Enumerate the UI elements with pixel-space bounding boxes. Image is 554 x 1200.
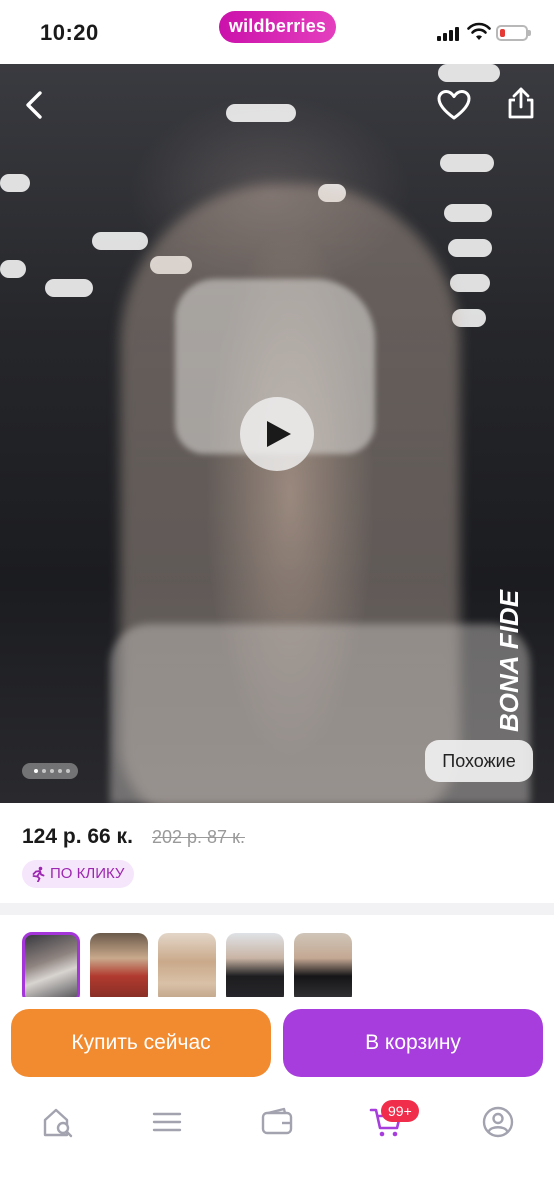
- similar-products-button[interactable]: Похожие: [425, 740, 533, 782]
- home-search-icon[interactable]: [41, 1105, 75, 1139]
- carousel-indicator: [22, 763, 78, 779]
- play-video-button[interactable]: [240, 397, 314, 471]
- cellular-signal-icon: [437, 27, 461, 41]
- heart-icon[interactable]: [437, 89, 471, 121]
- thumbnail-5[interactable]: [294, 933, 352, 1005]
- price-section: 124 р. 66 к. 202 р. 87 к. ПО КЛИКУ: [0, 803, 554, 903]
- cart-count-badge: 99+: [381, 1100, 419, 1122]
- current-price: 124 р. 66 к.: [22, 825, 133, 848]
- action-bar: Купить сейчас В корзину: [0, 997, 554, 1092]
- old-price: 202 р. 87 к.: [152, 827, 245, 847]
- promo-label: ПО КЛИКУ: [50, 865, 125, 882]
- brand-watermark: BONA FIDE: [494, 589, 524, 732]
- product-image[interactable]: BONA FIDE Похожие: [0, 64, 554, 803]
- thumbnail-strip: [0, 915, 554, 1005]
- thumbnail-3[interactable]: [158, 933, 216, 1005]
- thumbnail-2[interactable]: [90, 933, 148, 1005]
- back-arrow-icon[interactable]: [20, 90, 50, 120]
- thumbnail-4[interactable]: [226, 933, 284, 1005]
- section-divider: [0, 903, 554, 915]
- promo-badge[interactable]: ПО КЛИКУ: [22, 860, 135, 888]
- battery-icon: [496, 25, 531, 41]
- status-bar: 10:20 wildberries: [0, 0, 554, 64]
- brand-logo[interactable]: wildberries: [219, 11, 336, 43]
- play-icon: [267, 421, 291, 447]
- buy-now-button[interactable]: Купить сейчас: [11, 1009, 271, 1077]
- svg-text:BONA FIDE: BONA FIDE: [494, 589, 524, 732]
- status-time: 10:20: [40, 20, 99, 45]
- profile-icon[interactable]: [481, 1105, 515, 1139]
- running-person-icon: [32, 866, 45, 882]
- wallet-icon[interactable]: [260, 1105, 294, 1139]
- menu-icon[interactable]: [150, 1105, 184, 1139]
- share-icon[interactable]: [505, 86, 537, 120]
- thumbnail-1[interactable]: [22, 932, 80, 1004]
- add-to-cart-button[interactable]: В корзину: [283, 1009, 543, 1077]
- wifi-icon: [467, 22, 491, 40]
- bottom-tab-bar: 99+: [0, 1092, 554, 1200]
